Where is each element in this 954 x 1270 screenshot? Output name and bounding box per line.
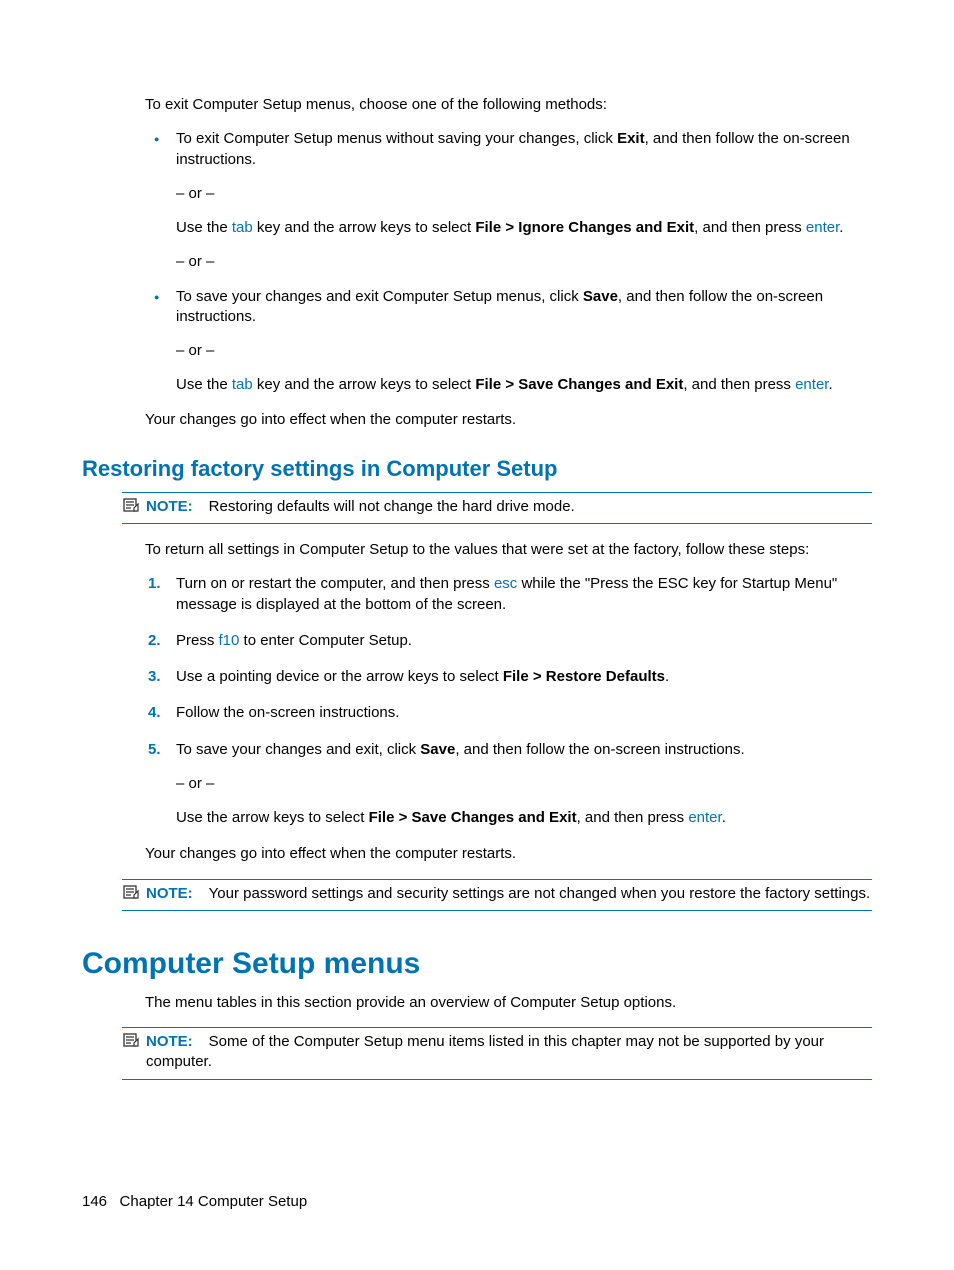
- save-bold: Save: [583, 288, 618, 305]
- text: Use the: [176, 219, 232, 236]
- text: Press: [176, 632, 219, 649]
- note-label: NOTE:: [146, 498, 193, 515]
- menu-path: File > Restore Defaults: [503, 668, 665, 685]
- list-item: To exit Computer Setup menus without sav…: [176, 129, 872, 272]
- note-body: Your password settings and security sett…: [209, 885, 871, 902]
- restoring-heading: Restoring factory settings in Computer S…: [82, 456, 872, 482]
- chapter-label: Chapter 14 Computer Setup: [120, 1193, 308, 1210]
- restore-steps: Turn on or restart the computer, and the…: [176, 574, 872, 828]
- esc-key: esc: [494, 575, 517, 592]
- exit-bold: Exit: [617, 130, 645, 147]
- note-label: NOTE:: [146, 1033, 193, 1050]
- list-item: To save your changes and exit Computer S…: [176, 287, 872, 396]
- enter-key: enter: [795, 376, 828, 393]
- step-item: Turn on or restart the computer, and the…: [176, 574, 872, 615]
- note-icon: [122, 884, 140, 900]
- note-block: NOTE:Some of the Computer Setup menu ite…: [122, 1027, 872, 1080]
- page-number: 146: [82, 1193, 107, 1210]
- text: To save your changes and exit, click: [176, 741, 420, 758]
- step-item: Use a pointing device or the arrow keys …: [176, 667, 872, 687]
- menu-path: File > Save Changes and Exit: [475, 376, 683, 393]
- tab-key: tab: [232, 376, 253, 393]
- note-block: NOTE: Your password settings and security…: [122, 879, 872, 911]
- page-footer: 146 Chapter 14 Computer Setup: [82, 1193, 307, 1210]
- text: Follow the on-screen instructions.: [176, 704, 399, 721]
- menu-path: File > Ignore Changes and Exit: [475, 219, 694, 236]
- enter-key: enter: [806, 219, 839, 236]
- alt-method: Use the tab key and the arrow keys to se…: [176, 375, 872, 395]
- effect-text: Your changes go into effect when the com…: [145, 844, 872, 864]
- menu-path: File > Save Changes and Exit: [369, 809, 577, 826]
- note-icon: [122, 497, 140, 513]
- save-bold: Save: [420, 741, 455, 758]
- f10-key: f10: [219, 632, 240, 649]
- step-item: Press f10 to enter Computer Setup.: [176, 631, 872, 651]
- note-body: Some of the Computer Setup menu items li…: [146, 1033, 824, 1070]
- text: key and the arrow keys to select: [253, 219, 476, 236]
- note-icon: [122, 1032, 140, 1048]
- or-separator: – or –: [176, 341, 872, 361]
- menus-intro: The menu tables in this section provide …: [145, 993, 872, 1013]
- step-item: To save your changes and exit, click Sav…: [176, 740, 872, 829]
- text: To save your changes and exit Computer S…: [176, 288, 583, 305]
- text: To exit Computer Setup menus without sav…: [176, 130, 617, 147]
- tab-key: tab: [232, 219, 253, 236]
- text: .: [722, 809, 726, 826]
- restore-intro: To return all settings in Computer Setup…: [145, 540, 872, 560]
- text: , and then press: [694, 219, 806, 236]
- text: Use the arrow keys to select: [176, 809, 369, 826]
- text: , and then follow the on-screen instruct…: [455, 741, 744, 758]
- exit-methods-list: To exit Computer Setup menus without sav…: [176, 129, 872, 395]
- alt-method: Use the tab key and the arrow keys to se…: [176, 218, 872, 238]
- text: Turn on or restart the computer, and the…: [176, 575, 494, 592]
- or-separator: – or –: [176, 184, 872, 204]
- note-body: Restoring defaults will not change the h…: [209, 498, 575, 515]
- text: Use a pointing device or the arrow keys …: [176, 668, 503, 685]
- enter-key: enter: [688, 809, 721, 826]
- text: .: [828, 376, 832, 393]
- note-block: NOTE: Restoring defaults will not change …: [122, 492, 872, 524]
- intro-text: To exit Computer Setup menus, choose one…: [145, 95, 872, 115]
- step-item: Follow the on-screen instructions.: [176, 703, 872, 723]
- text: .: [839, 219, 843, 236]
- text: Use the: [176, 376, 232, 393]
- text: , and then press: [577, 809, 689, 826]
- text: .: [665, 668, 669, 685]
- note-label: NOTE:: [146, 885, 193, 902]
- or-separator: – or –: [176, 774, 872, 794]
- menus-heading: Computer Setup menus: [82, 947, 872, 981]
- text: to enter Computer Setup.: [239, 632, 412, 649]
- text: key and the arrow keys to select: [253, 376, 476, 393]
- alt-method: Use the arrow keys to select File > Save…: [176, 808, 872, 828]
- or-separator: – or –: [176, 252, 872, 272]
- text: , and then press: [683, 376, 795, 393]
- effect-text: Your changes go into effect when the com…: [145, 410, 872, 430]
